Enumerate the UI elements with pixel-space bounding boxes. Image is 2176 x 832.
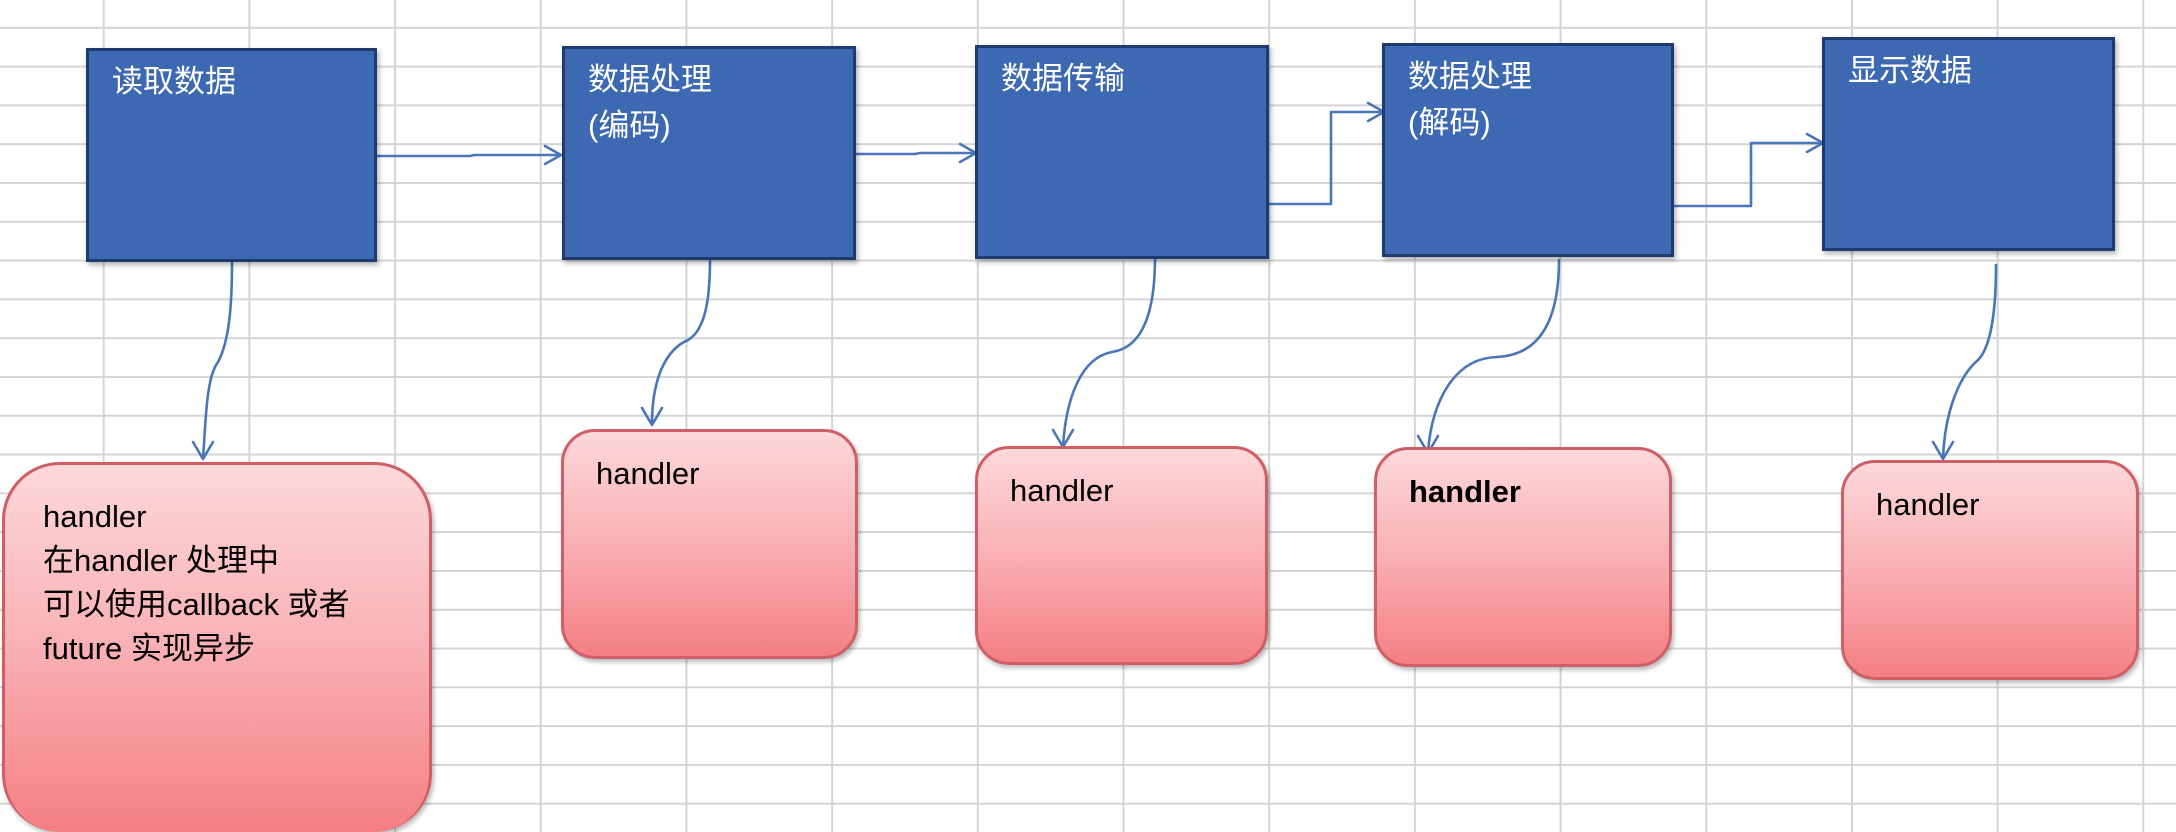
flow-arrow-decode-to-display <box>1672 141 1824 208</box>
link-arrow-transmit-to-handler-head <box>1051 428 1075 449</box>
process-step-label: 数据处理 <box>1408 59 1532 94</box>
process-step-display: 显示数据 <box>1822 37 2115 251</box>
link-arrow-encode-to-handler <box>650 258 712 426</box>
process-step-read: 读取数据 <box>86 48 377 262</box>
handler-label: handler <box>596 456 700 491</box>
handler-label: handler <box>1876 487 1980 522</box>
process-step-sublabel: (编码) <box>588 108 671 143</box>
flow-arrow-transmit-to-decode <box>1267 110 1385 206</box>
process-step-label: 数据处理 <box>588 62 712 97</box>
link-arrow-read-to-handler-head <box>191 440 215 461</box>
process-step-encode: 数据处理 (编码) <box>562 46 856 260</box>
handler-label: handler <box>1409 474 1521 509</box>
diagram-canvas: 读取数据 数据处理 (编码) 数据传输 数据处理 (解码) 显示数据 handl… <box>0 0 2176 832</box>
link-arrow-transmit-to-handler <box>1061 256 1157 448</box>
handler-note-line: future 实现异步 <box>43 631 255 666</box>
process-step-label: 显示数据 <box>1848 53 1972 88</box>
process-step-sublabel: (解码) <box>1408 105 1491 140</box>
process-step-decode: 数据处理 (解码) <box>1382 43 1674 257</box>
handler-box-transmit: handler <box>975 446 1268 665</box>
handler-box-decode: handler <box>1374 447 1672 667</box>
link-arrow-display-to-handler <box>1941 263 1998 460</box>
flow-arrow-decode-to-display-head <box>1805 132 1825 154</box>
process-step-label: 读取数据 <box>112 64 236 99</box>
handler-box-display: handler <box>1841 460 2139 680</box>
handler-note-line: 可以使用callback 或者 <box>43 587 350 622</box>
handler-box-encode: handler <box>561 429 858 659</box>
handler-label: handler <box>43 499 147 534</box>
link-arrow-read-to-handler <box>201 260 234 460</box>
flow-arrow-encode-to-transmit-head <box>958 142 978 164</box>
flow-arrow-encode-to-transmit <box>854 151 977 156</box>
link-arrow-decode-to-handler <box>1426 258 1561 454</box>
process-step-transmit: 数据传输 <box>975 45 1269 259</box>
handler-box-read: handler 在handler 处理中 可以使用callback 或者 fut… <box>2 462 432 832</box>
handler-label: handler <box>1010 473 1114 508</box>
process-step-label: 数据传输 <box>1001 61 1125 96</box>
handler-note-line: 在handler 处理中 <box>43 543 280 578</box>
link-arrow-display-to-handler-head <box>1931 440 1955 461</box>
link-arrow-encode-to-handler-head <box>640 406 664 427</box>
flow-arrow-read-to-encode-head <box>543 144 563 166</box>
flow-arrow-read-to-encode <box>375 153 562 158</box>
